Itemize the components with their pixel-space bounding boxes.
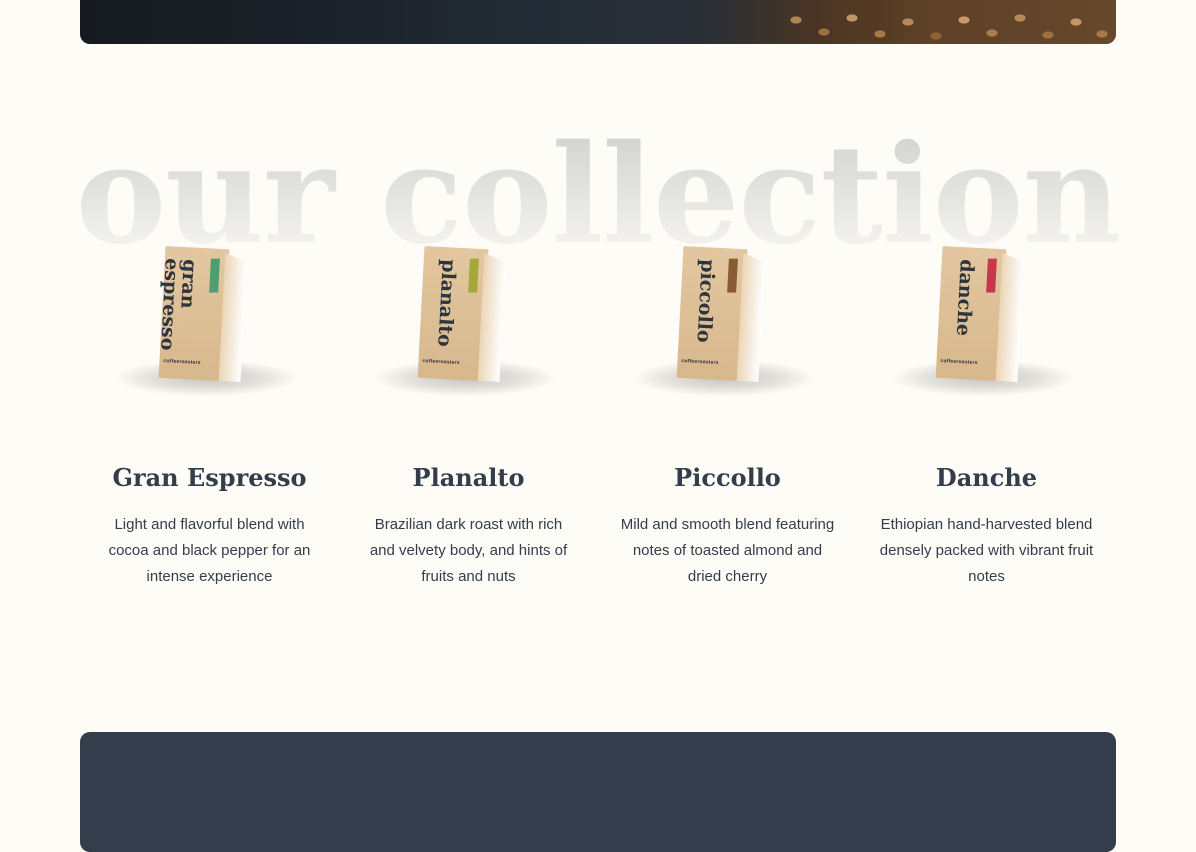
product-image: gran espresso coffeeroasters bbox=[80, 230, 339, 410]
how-it-works-panel bbox=[80, 732, 1116, 852]
bag-stripe bbox=[727, 258, 738, 293]
product-card-danche: danche coffeeroasters Danche Ethiopian h… bbox=[857, 230, 1116, 610]
product-card-planalto: planalto coffeeroasters Planalto Brazili… bbox=[339, 230, 598, 610]
coffee-beans-image bbox=[776, 0, 1116, 44]
product-card-gran-espresso: gran espresso coffeeroasters Gran Espres… bbox=[80, 230, 339, 610]
product-description: Mild and smooth blend featuring notes of… bbox=[620, 516, 835, 585]
product-description: Brazilian dark roast with rich and velve… bbox=[369, 516, 568, 585]
coffee-bag: danche coffeeroasters bbox=[935, 245, 1023, 382]
hero-image bbox=[80, 0, 1116, 44]
product-card-piccollo: piccollo coffeeroasters Piccollo Mild an… bbox=[598, 230, 857, 610]
product-name: Danche bbox=[935, 463, 1038, 492]
bag-stripe bbox=[468, 258, 479, 293]
product-name: Gran Espresso bbox=[112, 463, 307, 492]
product-image: danche coffeeroasters bbox=[857, 230, 1116, 410]
coffee-bag: piccollo coffeeroasters bbox=[676, 245, 764, 382]
bag-stripe bbox=[986, 258, 997, 293]
coffee-bag: planalto coffeeroasters bbox=[417, 245, 505, 382]
bag-stripe bbox=[209, 258, 220, 293]
bag-label: gran espresso bbox=[156, 257, 201, 352]
product-description: Light and flavorful blend with cocoa and… bbox=[108, 516, 311, 585]
product-image: piccollo coffeeroasters bbox=[598, 230, 857, 410]
product-image: planalto coffeeroasters bbox=[339, 230, 598, 410]
bag-label: planalto bbox=[433, 258, 460, 348]
bag-label: danche bbox=[951, 258, 978, 337]
bag-label: piccollo bbox=[692, 258, 719, 344]
collection-grid: gran espresso coffeeroasters Gran Espres… bbox=[80, 230, 1116, 610]
product-name: Piccollo bbox=[674, 463, 781, 492]
coffee-bag: gran espresso coffeeroasters bbox=[156, 245, 246, 382]
product-description: Ethiopian hand-harvested blend densely p… bbox=[879, 516, 1094, 585]
product-name: Planalto bbox=[412, 463, 525, 492]
